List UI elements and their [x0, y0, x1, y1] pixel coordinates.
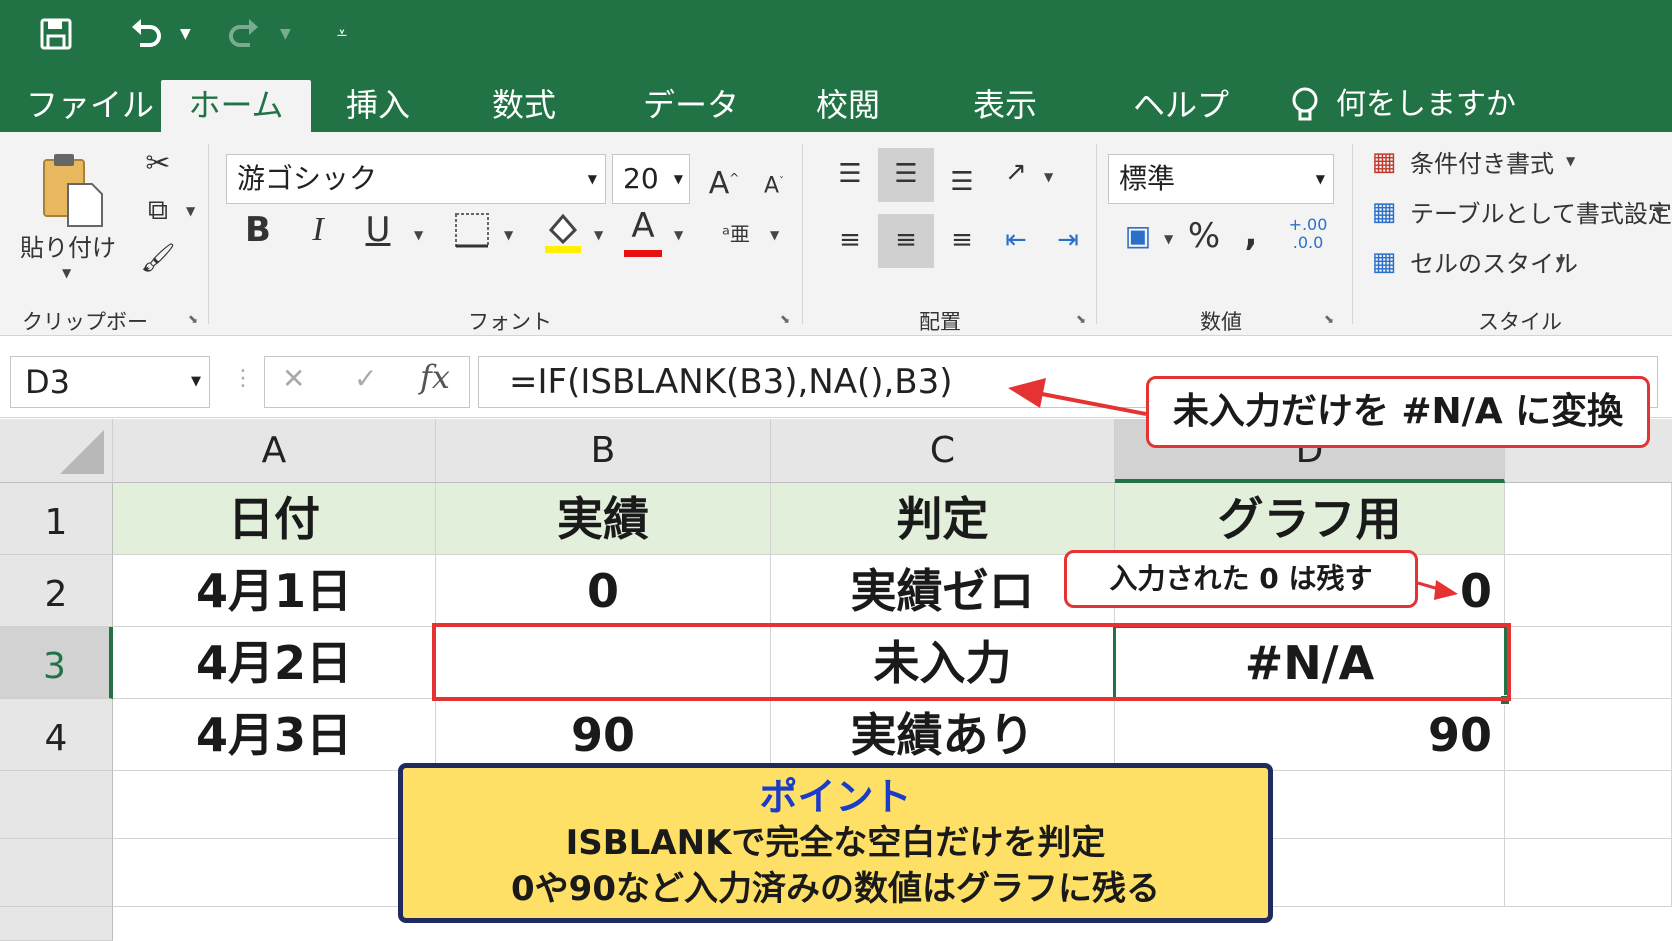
point-box: ポイント ISBLANKで完全な空白だけを判定 0や90など入力済みの数値はグラ… — [398, 763, 1273, 923]
formula-note-callout: 未入力だけを #N/A に変換 — [1146, 376, 1650, 448]
zero-note-callout: 入力された 0 は残す — [1064, 550, 1418, 608]
point-line-1: ISBLANKで完全な空白だけを判定 — [565, 823, 1106, 863]
point-title: ポイント — [759, 775, 912, 819]
point-line-2: 0や90など入力済みの数値はグラフに残る — [511, 869, 1160, 909]
